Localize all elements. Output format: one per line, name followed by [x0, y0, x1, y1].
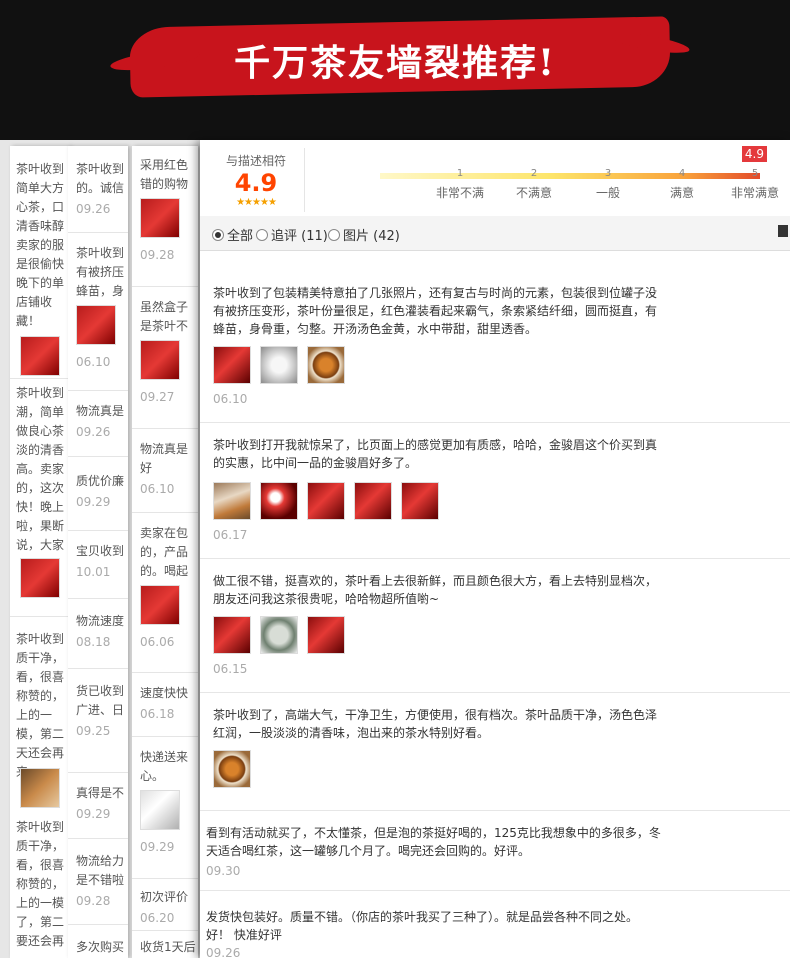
review-item: 茶叶收到了，高端大气，干净卫生，方便使用，很有档次。茶叶品质干净，汤色色泽红润，… [200, 692, 790, 811]
review-text: 茶叶收到打开我就惊呆了，比页面上的感觉更加有质感，哈哈，金骏眉这个价买到真的实惠… [213, 438, 658, 470]
radio-icon[interactable] [256, 229, 268, 241]
review-images [213, 750, 260, 788]
review-image[interactable] [307, 346, 345, 384]
card-entry: 茶叶收到的。诚信 09.26 [76, 162, 125, 216]
card-entry: 物流速度 08.18 [76, 614, 125, 649]
card-entry: 茶叶收到有被挤压蜂苗，身 06.10 [76, 246, 125, 369]
radio-selected-icon[interactable] [212, 229, 224, 241]
card-entry: 质优价廉 09.29 [76, 474, 125, 509]
card-entry: 卖家在包的，产品的。喝起 06.06 [140, 526, 189, 649]
review-image[interactable] [354, 482, 392, 520]
review-item: 做工很不错，挺喜欢的，茶叶看上去很新鲜，而且颜色很大方，看上去特别显档次，朋友还… [200, 558, 790, 693]
review-text: 发货快包装好。质量不错。（你店的茶叶我买了三种了）。就是品尝各种不同之处。好！ … [206, 910, 639, 942]
scale-number: 2 [530, 168, 538, 179]
card-entry: 收货1天后 [140, 940, 196, 954]
card-entry: 茶叶收到质干净，看，很喜称赞的，上的一模，第二天还会再来 [16, 632, 65, 779]
scale-label: 不满意 [515, 186, 552, 200]
rating-badge: 4.9 [741, 146, 767, 162]
review-images [213, 616, 354, 654]
card-thumbnail [76, 305, 116, 345]
card-entry: 货已收到广进、日 09.25 [76, 684, 125, 738]
review-card-column-2: 茶叶收到的。诚信 09.26 茶叶收到有被挤压蜂苗，身 06.10 物流真是 09.… [68, 146, 128, 958]
filter-all[interactable]: 全部 [212, 225, 253, 244]
card-thumbnail [140, 340, 180, 380]
review-date: 09.26 [206, 946, 241, 958]
radio-icon[interactable] [328, 229, 340, 241]
review-card-column-1: 茶叶收到简单大方心茶，口清香味醇卖家的服是很偷快晚下的单店铺收藏！ 茶叶收到潮，… [10, 146, 70, 958]
review-image[interactable] [401, 482, 439, 520]
card-entry: 多次购买 [76, 940, 125, 954]
review-card-column-3: 采用红色错的购物 09.28 虽然盒子是茶叶不 09.27 物流真是好 06.10… [132, 146, 198, 958]
scale-number: 1 [456, 168, 464, 179]
card-entry: 物流给力是不错啦 09.28 [76, 854, 125, 908]
card-entry: 快递送来心。 09.29 [140, 750, 189, 854]
review-panel: 与描述相符 4.9 ★★★★★ 4.9 1 2 3 4 5 非常不满 不满意 一… [200, 140, 790, 958]
review-image[interactable] [213, 616, 251, 654]
card-entry: 物流真是 09.26 [76, 404, 125, 439]
card-thumbnail [20, 558, 60, 598]
review-image[interactable] [260, 346, 298, 384]
card-entry: 茶叶收到简单大方心茶，口清香味醇卖家的服是很偷快晚下的单店铺收藏！ [16, 162, 65, 328]
review-text: 做工很不错，挺喜欢的，茶叶看上去很新鲜，而且颜色很大方，看上去特别显档次，朋友还… [213, 574, 658, 606]
card-entry: 宝贝收到 10.01 [76, 544, 125, 579]
card-thumbnail [140, 585, 180, 625]
card-entry: 初次评价 06.20 [140, 890, 189, 925]
rating-score: 4.9 [234, 169, 278, 197]
review-image[interactable] [213, 482, 251, 520]
review-text: 茶叶收到了包装精美特意拍了几张照片，还有复古与时尚的元素，包装很到位罐子没有被挤… [213, 286, 658, 336]
scale-label: 非常满意 [730, 186, 779, 200]
review-item: 发货快包装好。质量不错。（你店的茶叶我买了三种了）。就是品尝各种不同之处。好！ … [200, 890, 790, 958]
checkbox-icon[interactable] [778, 225, 788, 237]
review-item: 茶叶收到了包装精美特意拍了几张照片，还有复古与时尚的元素，包装很到位罐子没有被挤… [200, 270, 790, 423]
review-date: 06.15 [213, 662, 248, 676]
filter-pictures[interactable]: 图片 (42) [328, 225, 400, 244]
card-entry: 速度快快 06.18 [140, 686, 189, 721]
rating-label: 与描述相符 [225, 154, 286, 168]
review-images [213, 482, 448, 520]
rating-score-box: 与描述相符 4.9 ★★★★★ [208, 148, 305, 212]
rating-summary: 与描述相符 4.9 ★★★★★ 4.9 1 2 3 4 5 非常不满 不满意 一… [200, 140, 790, 217]
review-images [213, 346, 354, 384]
card-entry: 茶叶收到潮，简单做良心茶淡的清香高。卖家的，这次快！晚上啦，果断说，大家 [16, 386, 65, 552]
review-date: 06.17 [213, 528, 248, 542]
filter-followup[interactable]: 追评 (11) [256, 225, 328, 244]
review-text: 茶叶收到了，高端大气，干净卫生，方便使用，很有档次。茶叶品质干净，汤色色泽红润，… [213, 708, 658, 740]
scale-label: 非常不满 [435, 186, 484, 200]
star-icons: ★★★★★ [236, 197, 277, 208]
scale-number: 3 [604, 168, 612, 179]
card-entry: 物流真是好 06.10 [140, 442, 189, 496]
card-thumbnail [140, 790, 180, 830]
review-filter-bar: 全部 追评 (11) 图片 (42) [200, 216, 790, 251]
scale-label: 满意 [669, 186, 694, 200]
scale-label: 一般 [595, 186, 620, 200]
banner-title: 千万茶友墙裂推荐! [234, 42, 556, 84]
review-date: 09.30 [206, 864, 241, 878]
review-image[interactable] [213, 346, 251, 384]
scale-number: 4 [678, 168, 686, 179]
review-item: 看到有活动就买了，不太懂茶，但是泡的茶挺好喝的，125克比我想象中的多很多，冬天… [200, 810, 790, 891]
card-thumbnail [20, 336, 60, 376]
scale-number: 5 [751, 168, 759, 179]
card-entry: 虽然盒子是茶叶不 09.27 [140, 300, 189, 404]
review-date: 06.10 [213, 392, 248, 406]
card-entry: 采用红色错的购物 09.28 [140, 158, 189, 262]
card-thumbnail [20, 768, 60, 808]
review-text: 看到有活动就买了，不太懂茶，但是泡的茶挺好喝的，125克比我想象中的多很多，冬天… [206, 826, 661, 858]
card-entry: 真得是不 09.29 [76, 786, 125, 821]
review-image[interactable] [213, 750, 251, 788]
review-image[interactable] [260, 482, 298, 520]
review-image[interactable] [307, 616, 345, 654]
review-image[interactable] [307, 482, 345, 520]
banner: 千万茶友墙裂推荐! [0, 0, 790, 140]
card-thumbnail [140, 198, 180, 238]
rating-scale-bar [380, 173, 760, 179]
card-entry: 茶叶收到质干净，看，很喜称赞的，上的一模了，第二要还会再 [16, 820, 65, 948]
review-item: 茶叶收到打开我就惊呆了，比页面上的感觉更加有质感，哈哈，金骏眉这个价买到真的实惠… [200, 422, 790, 559]
review-image[interactable] [260, 616, 298, 654]
